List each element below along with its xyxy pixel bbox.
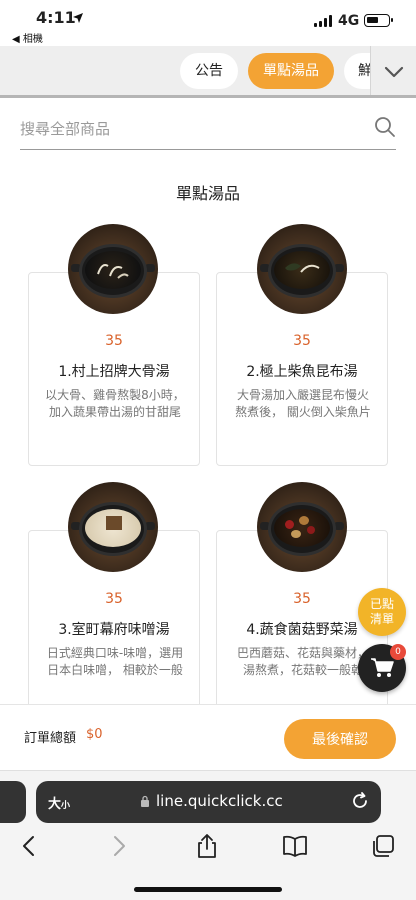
reload-icon[interactable] (351, 792, 369, 810)
text-size-button[interactable]: 大小 (48, 793, 70, 812)
product-price: 35 (293, 333, 311, 349)
cart-count-badge: 0 (390, 644, 406, 660)
location-arrow-icon (73, 13, 83, 23)
home-indicator[interactable] (134, 887, 282, 892)
product-description: 大骨湯加入嚴選昆布慢火 (236, 388, 369, 402)
order-summary-bar: 訂單總額 $0 最後確認 (0, 704, 416, 770)
search-icon[interactable] (374, 116, 396, 138)
product-price: 35 (105, 591, 123, 607)
tab-single-soup[interactable]: 單點湯品 (248, 53, 334, 89)
back-arrow-icon[interactable] (16, 833, 42, 859)
product-image[interactable] (68, 224, 158, 314)
product-description: 加入蔬果帶出湯的甘甜尾 (48, 405, 181, 419)
search-input[interactable] (20, 112, 350, 146)
browser-toolbar: 大小 line.quickclick.cc (0, 770, 416, 900)
product-description: 日式經典口味-味噌，選用 (46, 646, 184, 660)
product-description: 以大骨、雞骨熬製8小時， (45, 388, 185, 402)
bookmarks-icon[interactable] (282, 833, 308, 859)
product-image[interactable] (68, 482, 158, 572)
product-image[interactable] (257, 482, 347, 572)
product-description: 熬煮後， 關火倒入柴魚片 (235, 405, 371, 419)
url-text: line.quickclick.cc (156, 792, 283, 810)
product-image[interactable] (257, 224, 347, 314)
app-screen: 4:11 ◀ 相機 4G 公告 單點湯品 鮮 單點湯品 (0, 0, 416, 900)
back-to-app-link[interactable]: ◀ 相機 (12, 30, 43, 45)
product-price: 35 (105, 333, 123, 349)
status-time: 4:11 (36, 8, 76, 27)
network-type: 4G (338, 13, 360, 29)
search-bar (20, 112, 396, 150)
share-icon[interactable] (194, 833, 220, 859)
chevron-down-icon (384, 66, 404, 78)
tabs-icon[interactable] (370, 833, 396, 859)
status-bar: 4:11 ◀ 相機 4G (0, 0, 416, 46)
category-tabs: 公告 單點湯品 鮮 (0, 46, 416, 98)
product-description: 巴西蘑菇、花菇與藥材， (236, 646, 369, 660)
order-total-amount: $0 (86, 727, 103, 742)
cellular-signal-icon (314, 15, 332, 27)
lock-icon (141, 795, 149, 807)
final-confirm-button[interactable]: 最後確認 (284, 719, 396, 759)
ordered-list-label: 清單 (369, 612, 394, 626)
product-name: 3.室町幕府味噌湯 (58, 622, 170, 638)
order-total-label: 訂單總額 (24, 731, 77, 746)
product-name: 1.村上招牌大骨湯 (58, 364, 170, 380)
product-description: 日本白味噌， 相較於一般 (47, 663, 183, 677)
battery-icon (364, 14, 393, 27)
browser-nav-row (0, 831, 416, 861)
address-bar[interactable]: 大小 line.quickclick.cc (36, 781, 381, 823)
previous-tab-preview[interactable] (0, 781, 26, 823)
expand-tabs-button[interactable] (370, 46, 416, 95)
ordered-list-button[interactable]: 已點 清單 (358, 588, 406, 636)
ordered-list-label: 已點 (369, 597, 394, 611)
tab-announcement[interactable]: 公告 (180, 53, 238, 89)
forward-arrow-icon[interactable] (106, 833, 132, 859)
product-name: 2.極上柴魚昆布湯 (246, 364, 358, 380)
section-title: 單點湯品 (175, 184, 240, 203)
cart-icon (371, 658, 394, 677)
